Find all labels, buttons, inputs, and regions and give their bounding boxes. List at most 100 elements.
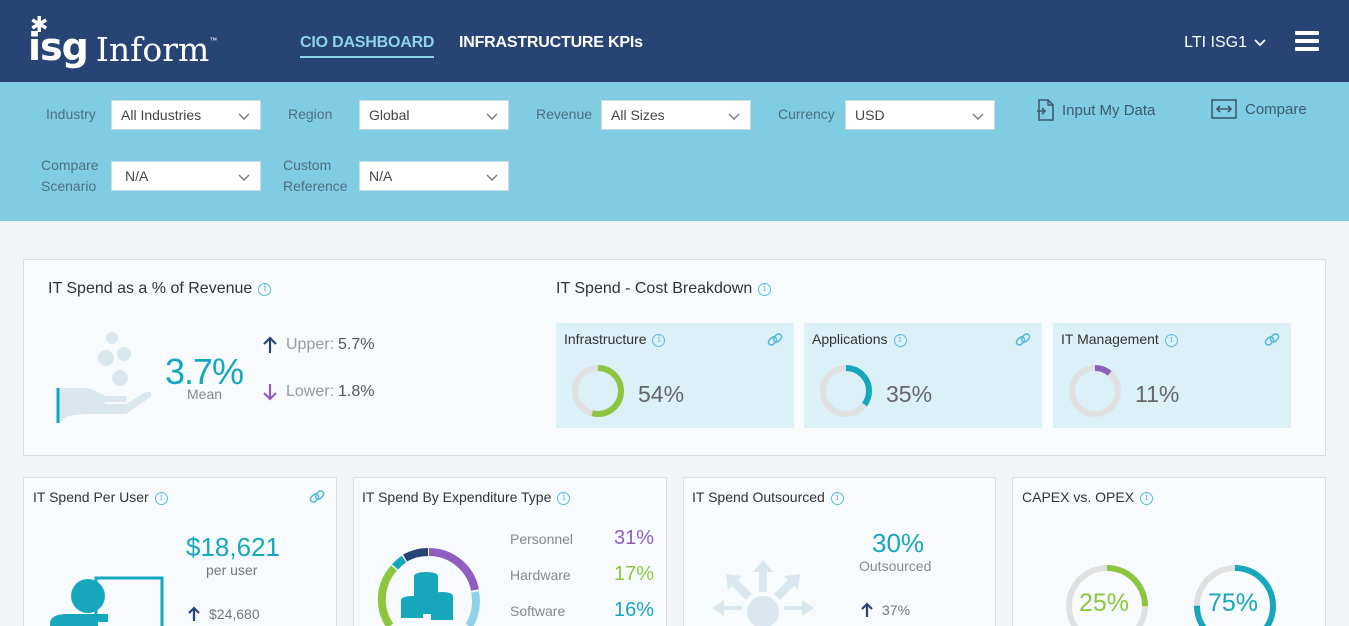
chevron-down-icon — [1254, 39, 1266, 47]
opex-value: 75% — [1208, 589, 1259, 617]
applications-donut — [820, 365, 872, 417]
capex-opex-card: CAPEX vs. OPEX i 25% 75% — [1012, 477, 1326, 626]
coins-icon — [401, 572, 453, 620]
infrastructure-percent: 54% — [638, 381, 685, 407]
per-user-upper-value: $24,680 — [209, 606, 260, 622]
compare-scenario-value: N/A — [125, 168, 149, 184]
isg-inform-logo[interactable]: ✱ isg Inform ™ — [28, 12, 218, 69]
upper-label: Upper: — [286, 336, 335, 353]
region-label: Region — [288, 106, 333, 122]
input-my-data-button[interactable]: Input My Data — [1036, 99, 1155, 121]
compare-scenario-label-line2: Scenario — [41, 178, 97, 194]
hardware-label: Hardware — [510, 567, 571, 583]
info-icon[interactable]: i — [893, 334, 907, 347]
outsourced-title-text: IT Spend Outsourced — [692, 489, 825, 505]
personnel-value: 31% — [613, 527, 654, 549]
compare-button[interactable]: Compare — [1211, 99, 1307, 119]
top-navigation-bar: ✱ isg Inform ™ CIO DASHBOARD INFRASTRUCT… — [0, 0, 1349, 82]
info-icon[interactable]: i — [758, 283, 772, 296]
expenditure-title-text: IT Spend By Expenditure Type — [362, 489, 552, 505]
chevron-down-icon — [972, 113, 984, 120]
lower-label: Lower: — [286, 383, 335, 400]
compare-icon — [1211, 99, 1237, 119]
arrow-down-icon — [263, 384, 277, 401]
money-hand-icon — [56, 332, 152, 423]
it-management-percent: 11% — [1135, 381, 1180, 407]
link-icon[interactable] — [1263, 331, 1281, 349]
chevron-down-icon — [486, 174, 498, 181]
user-menu[interactable]: LTI ISG1 — [1184, 34, 1267, 52]
it-management-label: IT Management — [1061, 331, 1159, 347]
user-name: LTI ISG1 — [1184, 34, 1247, 51]
per-user-value: $18,621 — [186, 532, 280, 562]
it-spend-overview-panel: IT Spend as a % of Revenue i 3.7% Mean Up… — [23, 259, 1326, 456]
tab-cio-dashboard[interactable]: CIO DASHBOARD — [300, 34, 434, 58]
industry-select[interactable]: All Industries — [111, 100, 261, 130]
revenue-label: Revenue — [536, 106, 593, 122]
per-user-title: IT Spend Per User i — [33, 489, 168, 505]
chevron-down-icon — [238, 174, 250, 181]
info-icon[interactable]: i — [154, 492, 168, 505]
region-select[interactable]: Global — [359, 100, 509, 130]
it-management-card[interactable]: IT Management i 11% — [1053, 323, 1291, 428]
industry-label: Industry — [46, 106, 96, 122]
chevron-down-icon — [728, 113, 740, 120]
info-icon[interactable]: i — [830, 492, 844, 505]
applications-card[interactable]: Applications i 35% — [804, 323, 1042, 428]
cost-breakdown-title-text: IT Spend - Cost Breakdown — [556, 280, 753, 297]
outsourced-label: Outsourced — [859, 558, 932, 574]
info-icon[interactable]: i — [258, 283, 272, 296]
logo-inform-text: Inform — [95, 30, 210, 69]
info-icon[interactable]: i — [652, 334, 666, 347]
upper-value: 5.7% — [338, 336, 375, 353]
custom-reference-label-line2: Reference — [283, 178, 348, 194]
link-icon[interactable] — [308, 488, 326, 506]
info-icon[interactable]: i — [557, 492, 571, 505]
compare-scenario-select[interactable]: N/A — [111, 161, 261, 191]
tab-infrastructure-kpis[interactable]: INFRASTRUCTURE KPIs — [459, 34, 643, 52]
revenue-value: All Sizes — [611, 107, 665, 123]
applications-label: Applications — [812, 331, 888, 347]
infrastructure-card[interactable]: Infrastructure i 54% — [556, 323, 794, 428]
expenditure-title: IT Spend By Expenditure Type i — [362, 489, 571, 505]
chevron-down-icon — [238, 113, 250, 120]
lower-value: 1.8% — [338, 383, 375, 400]
chevron-down-icon — [486, 113, 498, 120]
hardware-value: 17% — [613, 563, 654, 585]
applications-percent: 35% — [886, 381, 933, 407]
software-label: Software — [510, 603, 566, 619]
personnel-label: Personnel — [510, 531, 574, 547]
currency-value: USD — [855, 107, 885, 123]
custom-reference-value: N/A — [369, 168, 393, 184]
custom-reference-select[interactable]: N/A — [359, 161, 509, 191]
it-spend-outsourced-card: IT Spend Outsourced i 30% Outsourced 37% — [683, 477, 996, 626]
info-icon[interactable]: i — [1164, 334, 1178, 347]
capex-value: 25% — [1079, 589, 1130, 617]
asterisk-icon: ✱ — [30, 12, 49, 37]
industry-value: All Industries — [121, 107, 202, 123]
it-spend-revenue-title-text: IT Spend as a % of Revenue — [48, 280, 253, 297]
lower-bound: Lower: 1.8% — [262, 383, 375, 401]
per-user-upper: $24,680 — [187, 606, 260, 622]
infrastructure-title: Infrastructure i — [564, 331, 666, 347]
presenter-icon — [50, 576, 164, 626]
info-icon[interactable]: i — [1140, 492, 1154, 505]
custom-reference-label-line1: Custom — [283, 157, 332, 173]
currency-select[interactable]: USD — [845, 100, 995, 130]
region-value: Global — [369, 107, 410, 123]
link-icon[interactable] — [1014, 331, 1032, 349]
infrastructure-donut — [572, 365, 624, 417]
compare-label: Compare — [1245, 100, 1307, 118]
it-management-donut — [1069, 365, 1121, 417]
outsourced-upper-value: 37% — [882, 602, 911, 618]
it-spend-per-user-card: IT Spend Per User i $18,621 per user $24,… — [23, 477, 337, 626]
hamburger-menu-icon[interactable] — [1295, 31, 1319, 51]
logo-trademark: ™ — [209, 36, 218, 45]
outsourcing-arrows-icon — [712, 560, 814, 626]
applications-title: Applications i — [812, 331, 907, 347]
currency-label: Currency — [778, 106, 835, 122]
capex-opex-title: CAPEX vs. OPEX i — [1022, 489, 1154, 505]
outsourced-value: 30% — [872, 528, 925, 558]
revenue-select[interactable]: All Sizes — [601, 100, 751, 130]
link-icon[interactable] — [766, 331, 784, 349]
